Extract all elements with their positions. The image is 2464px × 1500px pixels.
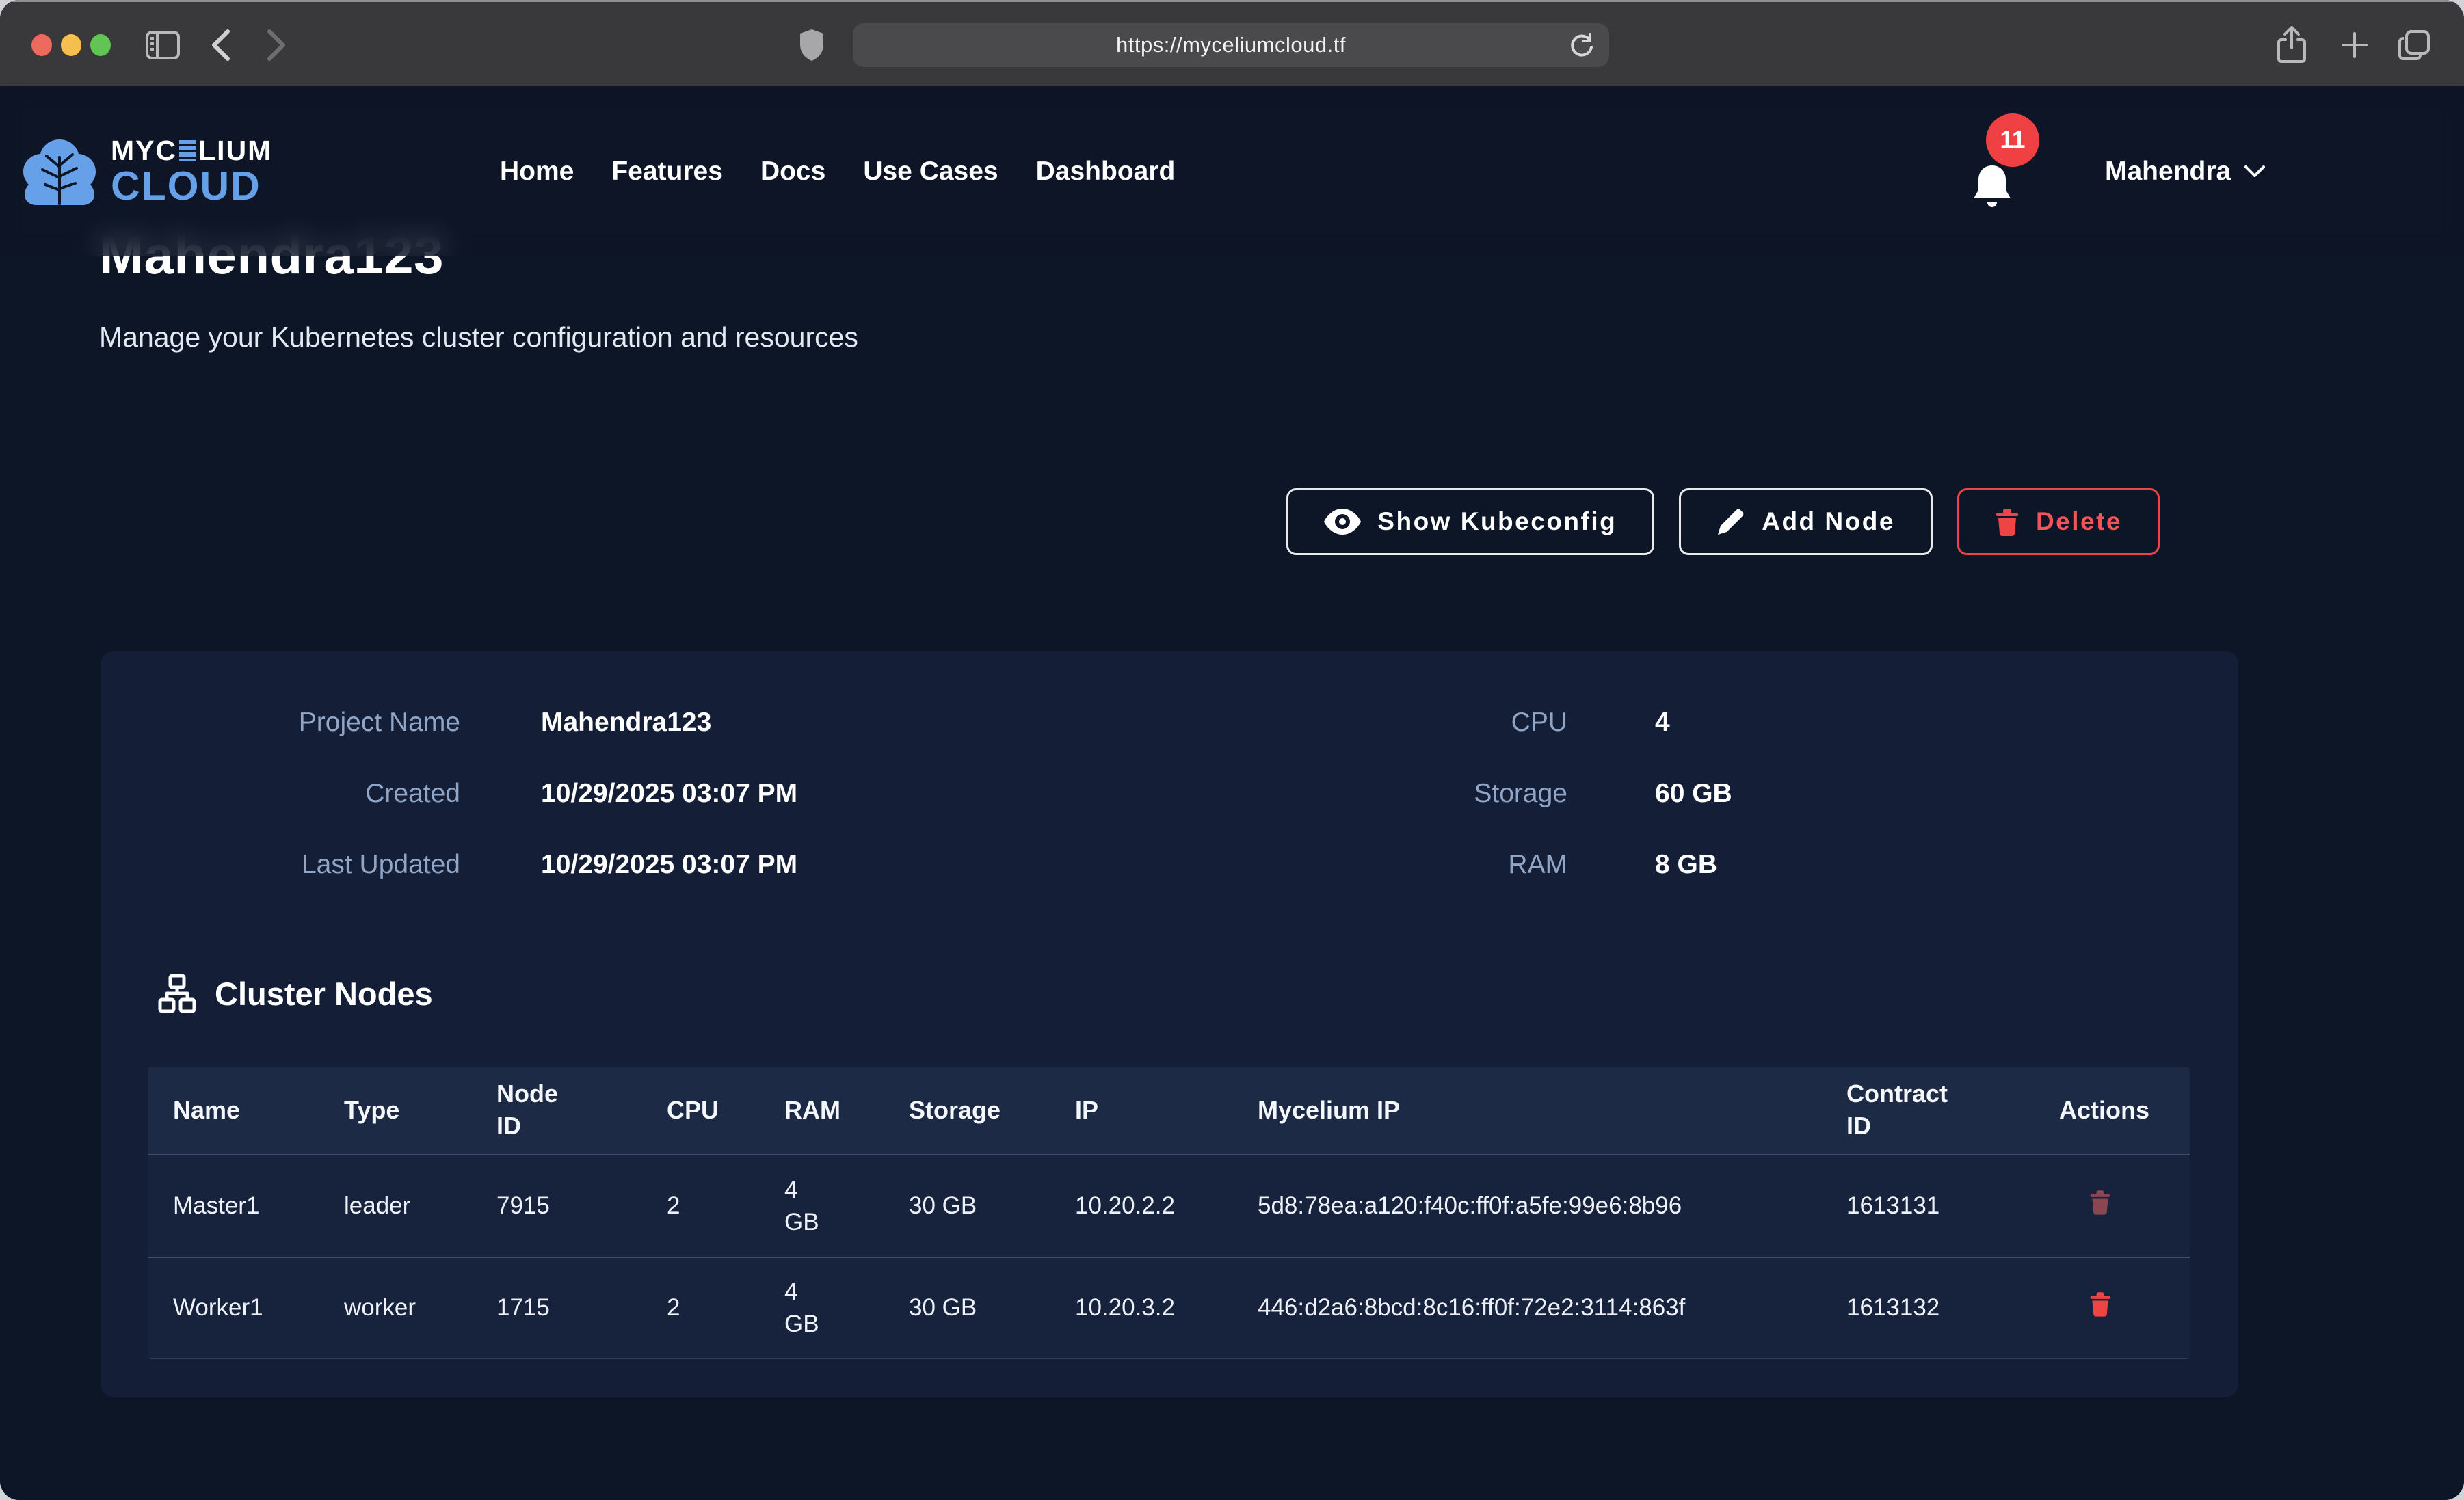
cell-ram: 4 GB [784, 1276, 909, 1341]
cell-mycelium-ip: 446:d2a6:8bcd:8c16:ff0f:72e2:3114:863f [1258, 1291, 1846, 1324]
trash-icon [2089, 1189, 2111, 1215]
cell-storage: 30 GB [909, 1190, 1075, 1222]
cell-actions [2059, 1291, 2190, 1325]
reload-icon[interactable] [1568, 31, 1595, 62]
col-header-node-id: Node ID [496, 1078, 667, 1142]
nav-item-home[interactable]: Home [500, 157, 574, 187]
url-text: https://myceliumcloud.tf [1116, 33, 1346, 57]
user-menu[interactable]: Mahendra [2105, 86, 2266, 256]
table-row-master1: Master1 leader 7915 2 4 GB 30 GB 10.20.2… [148, 1154, 2190, 1257]
zoom-window-button[interactable] [90, 34, 111, 56]
chevron-down-icon [2243, 164, 2266, 179]
cell-mycelium-ip: 5d8:78ea:a120:f40c:ff0f:a5fe:99e6:8b96 [1258, 1190, 1846, 1222]
privacy-shield-icon[interactable] [799, 2, 825, 88]
table-row-worker1: Worker1 worker 1715 2 4 GB 30 GB 10.20.3… [148, 1257, 2190, 1359]
logo-word-cloud: CLOUD [111, 166, 272, 206]
col-header-mycelium-ip: Mycelium IP [1258, 1095, 1846, 1127]
notification-count-badge: 11 [1986, 113, 2039, 167]
cell-ram: 4 GB [784, 1174, 909, 1239]
user-name: Mahendra [2105, 157, 2231, 187]
info-row-created: Created 10/29/2025 03:07 PM [101, 771, 1169, 816]
cell-node-id: 7915 [496, 1190, 667, 1222]
cluster-nodes-heading: Cluster Nodes [157, 974, 433, 1013]
back-button[interactable] [209, 2, 232, 88]
col-header-type: Type [344, 1095, 496, 1127]
forward-button[interactable] [265, 2, 289, 88]
cell-actions [2059, 1189, 2190, 1223]
main-nav: Home Features Docs Use Cases Dashboard [500, 86, 1175, 256]
app-header: MYCLIUM CLOUD Home Features Docs Use Cas… [0, 86, 2464, 256]
cell-cpu: 2 [667, 1190, 784, 1222]
cluster-actions: Show Kubeconfig Add Node Delete [1286, 488, 2160, 555]
browser-titlebar: https://myceliumcloud.tf [0, 0, 2464, 86]
nav-item-docs[interactable]: Docs [760, 157, 825, 187]
cluster-info: Project Name Mahendra123 Created 10/29/2… [101, 700, 2238, 887]
notifications-button[interactable]: 11 [1968, 86, 2050, 256]
info-row-storage: Storage 60 GB [1169, 771, 2238, 816]
col-header-name: Name [173, 1095, 344, 1127]
cell-name: Master1 [173, 1190, 344, 1222]
col-header-cpu: CPU [667, 1095, 784, 1127]
col-header-contract-id: Contract ID [1846, 1078, 2059, 1142]
col-header-actions: Actions [2059, 1095, 2190, 1127]
bell-icon [1971, 163, 2013, 215]
info-row-project-name: Project Name Mahendra123 [101, 700, 1169, 745]
network-nodes-icon [157, 974, 197, 1013]
cell-contract-id: 1613131 [1846, 1190, 2059, 1222]
add-node-button[interactable]: Add Node [1679, 488, 1933, 555]
delete-cluster-button[interactable]: Delete [1957, 488, 2160, 555]
cell-node-id: 1715 [496, 1291, 667, 1324]
col-header-ip: IP [1075, 1095, 1258, 1127]
nav-item-features[interactable]: Features [611, 157, 723, 187]
nav-item-use-cases[interactable]: Use Cases [863, 157, 998, 187]
delete-node-button[interactable] [2089, 1291, 2111, 1319]
brand-logo[interactable]: MYCLIUM CLOUD [19, 86, 272, 256]
logo-e-bars-icon [179, 140, 196, 161]
cell-ip: 10.20.3.2 [1075, 1291, 1258, 1324]
new-tab-icon[interactable] [2339, 2, 2370, 88]
info-row-last-updated: Last Updated 10/29/2025 03:07 PM [101, 842, 1169, 887]
cluster-nodes-table: Name Type Node ID CPU RAM Storage IP Myc… [148, 1067, 2190, 1359]
mycelium-cloud-logo-icon [19, 137, 100, 206]
cell-storage: 30 GB [909, 1291, 1075, 1324]
page-subtitle: Manage your Kubernetes cluster configura… [99, 321, 858, 353]
cell-name: Worker1 [173, 1291, 344, 1324]
minimize-window-button[interactable] [61, 34, 81, 56]
sidebar-toggle-icon[interactable] [145, 2, 181, 88]
cell-type: leader [344, 1190, 496, 1222]
col-header-ram: RAM [784, 1095, 909, 1127]
info-row-cpu: CPU 4 [1169, 700, 2238, 745]
delete-node-button[interactable] [2089, 1189, 2111, 1217]
show-kubeconfig-button[interactable]: Show Kubeconfig [1286, 488, 1654, 555]
cluster-details-panel: Project Name Mahendra123 Created 10/29/2… [101, 651, 2238, 1397]
info-row-ram: RAM 8 GB [1169, 842, 2238, 887]
cell-ip: 10.20.2.2 [1075, 1190, 1258, 1222]
trash-icon [1995, 507, 2019, 536]
share-icon[interactable] [2276, 2, 2307, 88]
cell-contract-id: 1613132 [1846, 1291, 2059, 1324]
close-window-button[interactable] [31, 34, 52, 56]
tab-overview-icon[interactable] [2397, 2, 2433, 88]
cell-cpu: 2 [667, 1291, 784, 1324]
browser-window: https://myceliumcloud.tf [0, 0, 2464, 1500]
eye-icon [1324, 509, 1361, 535]
trash-icon [2089, 1291, 2111, 1317]
nav-item-dashboard[interactable]: Dashboard [1036, 157, 1176, 187]
address-bar[interactable]: https://myceliumcloud.tf [853, 23, 1609, 67]
cell-type: worker [344, 1291, 496, 1324]
table-header-row: Name Type Node ID CPU RAM Storage IP Myc… [148, 1067, 2190, 1154]
logo-word-mycelium: MYCLIUM [111, 137, 272, 165]
pencil-icon [1717, 507, 1745, 536]
col-header-storage: Storage [909, 1095, 1075, 1127]
page-content: Mahendra123 Manage your Kubernetes clust… [0, 86, 2464, 1500]
